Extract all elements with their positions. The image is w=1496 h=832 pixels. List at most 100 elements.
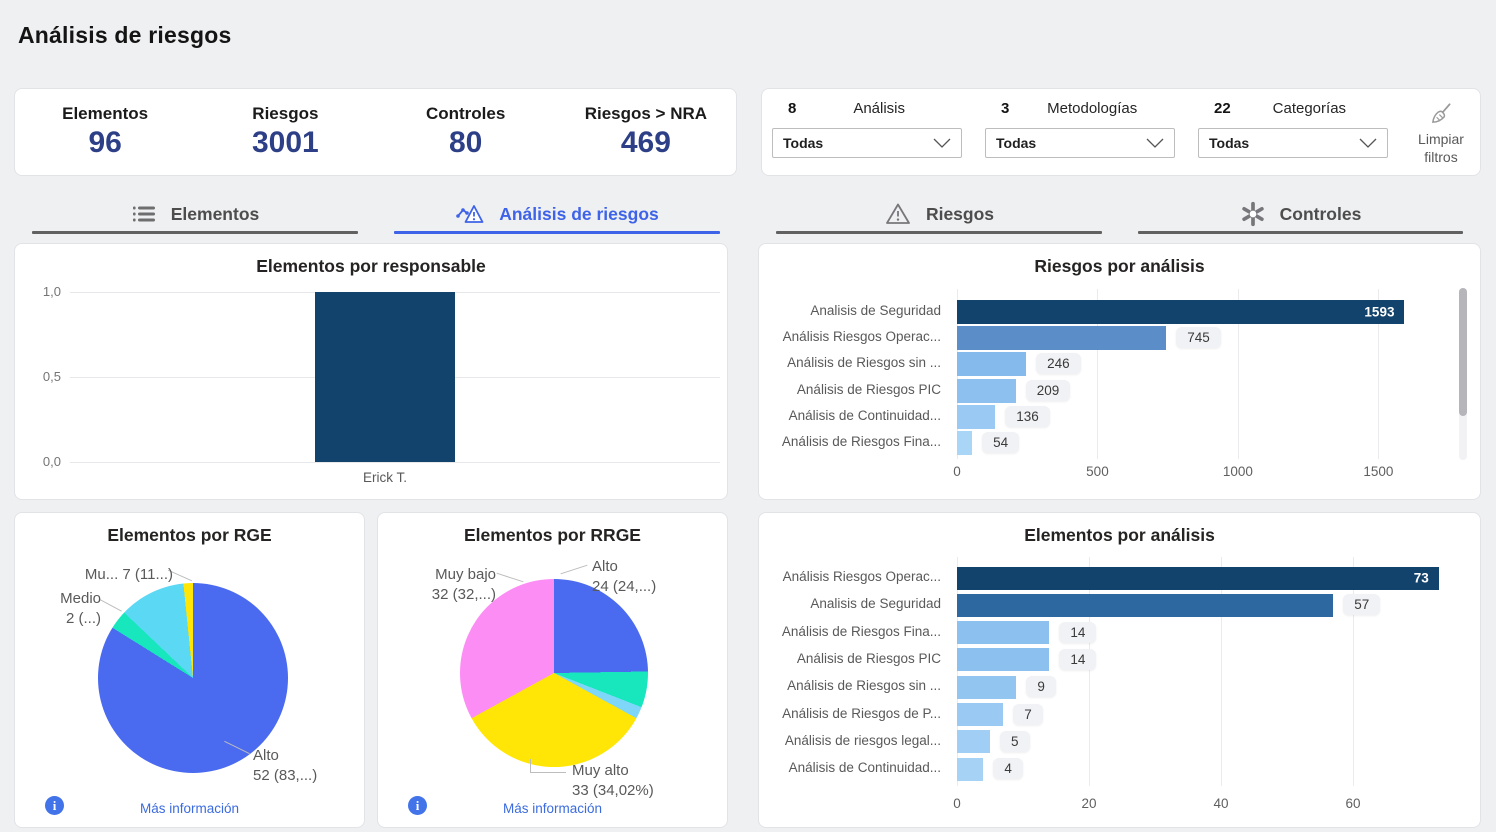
bar[interactable] <box>957 594 1333 617</box>
kpi-label: Elementos <box>15 104 195 124</box>
bar[interactable] <box>957 730 990 753</box>
gridline <box>1089 557 1090 786</box>
chevron-down-icon <box>1146 138 1164 148</box>
analisis-dropdown[interactable]: Todas <box>772 128 962 158</box>
category-label: Análisis de riesgos legal... <box>769 733 941 748</box>
axis-tick-label: 1500 <box>1353 464 1403 479</box>
category-label: Análisis de Riesgos Fina... <box>769 434 941 449</box>
kpi-label: Controles <box>376 104 556 124</box>
broom-icon <box>1428 101 1454 127</box>
label-connector <box>100 599 122 611</box>
axis-tick-label: 20 <box>1064 796 1114 811</box>
label-connector <box>497 573 524 583</box>
bar[interactable] <box>957 703 1003 726</box>
pie-slice-label: Alto24 (24,...) <box>592 557 656 597</box>
categorias-dropdown[interactable]: Todas <box>1198 128 1388 158</box>
chart-card-elementos-por-analisis: Elementos por análisis 0204060Análisis R… <box>758 512 1481 828</box>
bar[interactable] <box>957 431 972 455</box>
pie-slice-label-line: Muy bajo <box>390 565 496 585</box>
filter-metodologias: 3 Metodologías Todas <box>985 97 1175 158</box>
kpi-value: 3001 <box>195 126 375 160</box>
filter-analisis: 8 Análisis Todas <box>772 97 962 158</box>
pie-chart[interactable] <box>98 583 288 773</box>
chart-title: Elementos por responsable <box>15 256 727 277</box>
scrollbar-thumb[interactable] <box>1459 288 1467 416</box>
tab-controles[interactable]: Controles <box>1120 196 1481 232</box>
tab-analisis-de-riesgos[interactable]: Análisis de riesgos <box>376 196 738 232</box>
bar[interactable] <box>957 621 1049 644</box>
dropdown-value: Todas <box>1209 135 1249 151</box>
pie-slice-label: Muy alto33 (34,02%) <box>572 761 654 801</box>
pie-slice-label-line: Muy alto <box>572 761 654 781</box>
bar[interactable] <box>957 352 1026 376</box>
filter-header: 8 Análisis <box>772 97 962 119</box>
axis-tick-label: 40 <box>1196 796 1246 811</box>
category-label: Análisis de Riesgos PIC <box>769 382 941 397</box>
gridline <box>1221 557 1222 786</box>
label-connector <box>530 759 566 773</box>
axis-tick-label: 1,0 <box>27 284 61 299</box>
list-icon <box>131 202 157 226</box>
bar-value-label: 209 <box>1026 380 1071 401</box>
pie-slice-label-line: 32 (32,...) <box>390 585 496 605</box>
tab-label: Elementos <box>171 204 260 225</box>
label-connector <box>561 565 588 575</box>
chart-card-elementos-por-responsable: Elementos por responsable 1,00,50,0Erick… <box>14 243 728 500</box>
pie-chart[interactable] <box>460 579 648 767</box>
filter-card: 8 Análisis Todas 3 Metodologías Todas 22… <box>761 88 1481 176</box>
pie-slice-label: Medio2 (...) <box>25 589 101 629</box>
dashboard: Análisis de riesgos Elementos 96 Riesgos… <box>0 0 1496 832</box>
category-label: Analisis de Seguridad <box>769 596 941 611</box>
bar-value-label: 1593 <box>1364 305 1394 320</box>
pie-slice-label-line: 24 (24,...) <box>592 577 656 597</box>
tab-label: Controles <box>1280 204 1362 225</box>
pie-slice-label-line: 52 (83,...) <box>253 766 317 786</box>
kpi-riesgos: Riesgos 3001 <box>195 104 375 160</box>
category-label: Análisis Riesgos Operac... <box>769 569 941 584</box>
bar-value-label: 9 <box>1026 676 1056 697</box>
kpi-elementos: Elementos 96 <box>15 104 195 160</box>
clear-filters-button[interactable]: Limpiar filtros <box>1410 101 1472 166</box>
bar[interactable]: 73 <box>957 567 1439 590</box>
kpi-value: 96 <box>15 126 195 160</box>
more-info-link[interactable]: Más información <box>378 801 727 816</box>
bar[interactable] <box>315 292 455 462</box>
bar-value-label: 7 <box>1013 704 1043 725</box>
axis-tick-label: 60 <box>1328 796 1378 811</box>
bar[interactable] <box>957 648 1049 671</box>
clear-filters-label: Limpiar filtros <box>1418 131 1464 165</box>
axis-tick-label: 0,5 <box>27 369 61 384</box>
chart-alert-icon <box>455 201 485 227</box>
metodologias-dropdown[interactable]: Todas <box>985 128 1175 158</box>
chart-title: Riesgos por análisis <box>759 256 1480 277</box>
bar[interactable] <box>957 326 1166 350</box>
bar-value-label: 57 <box>1343 594 1380 615</box>
pie-slice-label: Muy bajo32 (32,...) <box>390 565 496 605</box>
chart-card-elementos-por-rge: Elementos por RGE i Más información Alto… <box>14 512 365 828</box>
bar-value-label: 136 <box>1005 406 1050 427</box>
bar[interactable] <box>957 676 1016 699</box>
dropdown-value: Todas <box>783 135 823 151</box>
filter-label: Análisis <box>796 100 962 117</box>
bar[interactable] <box>957 758 983 781</box>
category-label: Análisis de Riesgos sin ... <box>769 678 941 693</box>
kpi-label: Riesgos > NRA <box>556 104 736 124</box>
pie-slice-label-line: Mu... 7 (11...) <box>39 565 173 585</box>
category-label: Análisis de Continuidad... <box>769 760 941 775</box>
tab-elementos[interactable]: Elementos <box>14 196 376 232</box>
kpi-controles: Controles 80 <box>376 104 556 160</box>
bar-value-label: 4 <box>993 758 1023 779</box>
kpi-value: 80 <box>376 126 556 160</box>
chart-card-elementos-por-rrge: Elementos por RRGE i Más información Alt… <box>377 512 728 828</box>
bar[interactable]: 1593 <box>957 300 1404 324</box>
bar[interactable] <box>957 379 1016 403</box>
tab-riesgos[interactable]: Riesgos <box>758 196 1120 232</box>
kpi-card: Elementos 96 Riesgos 3001 Controles 80 R… <box>14 88 737 176</box>
pie-slice-label-line: Medio <box>25 589 101 609</box>
category-label: Análisis de Riesgos Fina... <box>769 624 941 639</box>
bar-value-label: 5 <box>1000 731 1030 752</box>
bar[interactable] <box>957 405 995 429</box>
more-info-link[interactable]: Más información <box>15 801 364 816</box>
category-label: Análisis de Riesgos de P... <box>769 706 941 721</box>
tab-label: Análisis de riesgos <box>499 204 659 225</box>
